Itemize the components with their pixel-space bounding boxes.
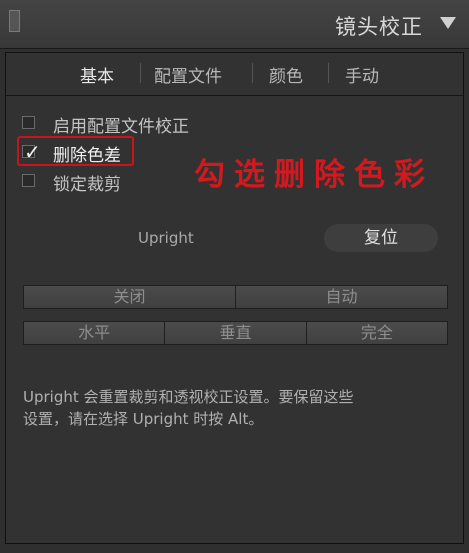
enable-profile-correction-option[interactable]: 启用配置文件校正 bbox=[22, 111, 252, 137]
enable-profile-correction-checkbox[interactable] bbox=[22, 116, 35, 129]
upright-vertical-button[interactable]: 垂直 bbox=[165, 321, 307, 345]
tab-bar: 基本 配置文件 颜色 手动 bbox=[6, 53, 463, 96]
constrain-crop-option[interactable]: 锁定裁剪 bbox=[22, 169, 152, 195]
upright-auto-button[interactable]: 自动 bbox=[236, 285, 448, 309]
panel-grip-icon[interactable] bbox=[9, 10, 20, 32]
annotation-highlight-box bbox=[17, 136, 134, 166]
tab-basic[interactable]: 基本 bbox=[80, 62, 114, 87]
annotation-text: 勾选删除色彩 bbox=[194, 157, 434, 193]
panel-content: 基本 配置文件 颜色 手动 启用配置文件校正 ✓ 删除色差 锁定裁剪 勾选删除色… bbox=[5, 52, 464, 544]
upright-row-2: 水平 垂直 完全 bbox=[23, 321, 448, 345]
reset-button[interactable]: 复位 bbox=[324, 224, 438, 252]
constrain-crop-label: 锁定裁剪 bbox=[53, 175, 121, 195]
tab-color[interactable]: 颜色 bbox=[269, 62, 303, 87]
lens-correction-panel: 镜头校正 基本 配置文件 颜色 手动 启用配置文件校正 ✓ 删除色差 锁定裁剪 bbox=[0, 0, 469, 553]
panel-header[interactable]: 镜头校正 bbox=[0, 0, 469, 49]
tab-manual[interactable]: 手动 bbox=[345, 62, 379, 87]
tab-divider bbox=[328, 63, 329, 83]
collapse-triangle-icon[interactable] bbox=[440, 17, 456, 29]
upright-row-1: 关闭 自动 bbox=[23, 285, 448, 309]
tab-profile[interactable]: 配置文件 bbox=[154, 62, 222, 87]
panel-title: 镜头校正 bbox=[335, 15, 423, 39]
upright-help-text: Upright 会重置裁剪和透视校正设置。要保留这些 设置，请在选择 Uprig… bbox=[23, 386, 453, 430]
enable-profile-correction-label: 启用配置文件校正 bbox=[53, 117, 189, 137]
upright-label: Upright bbox=[138, 229, 194, 247]
tab-divider bbox=[140, 63, 141, 83]
upright-full-button[interactable]: 完全 bbox=[306, 321, 448, 345]
upright-off-button[interactable]: 关闭 bbox=[23, 285, 236, 309]
upright-level-button[interactable]: 水平 bbox=[23, 321, 166, 345]
help-text-line-2: 设置，请在选择 Upright 时按 Alt。 bbox=[23, 410, 264, 428]
tab-divider bbox=[252, 63, 253, 83]
help-text-line-1: Upright 会重置裁剪和透视校正设置。要保留这些 bbox=[23, 388, 354, 406]
constrain-crop-checkbox[interactable] bbox=[22, 174, 35, 187]
